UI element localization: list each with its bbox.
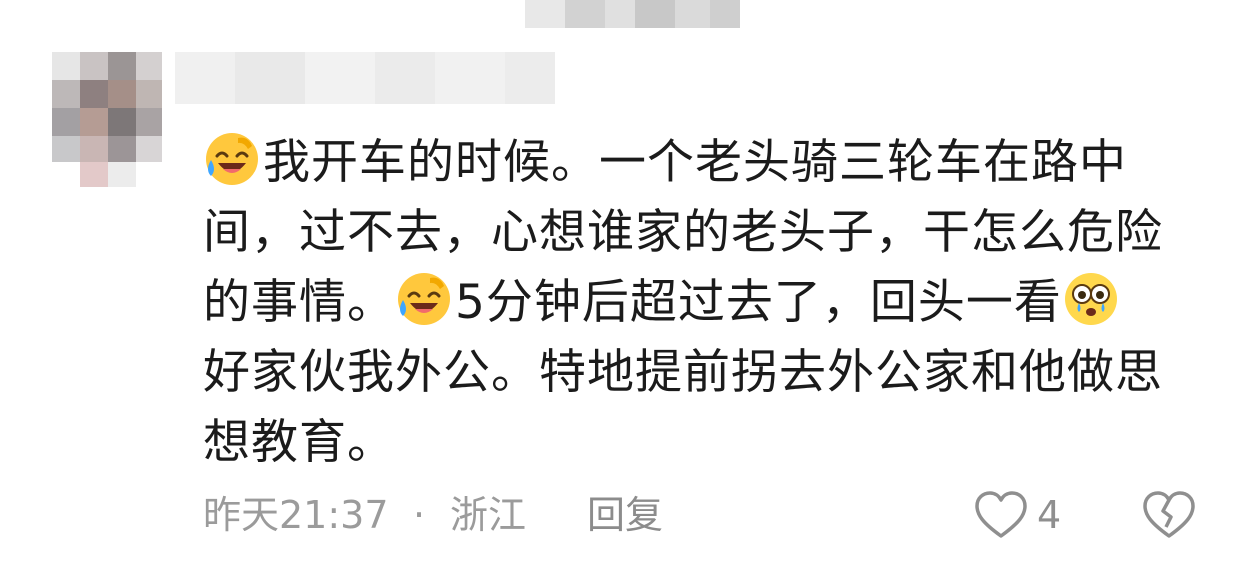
laughing-crying-emoji-icon (203, 130, 261, 188)
comment-line-5: 想教育。 (203, 415, 395, 470)
like-heart-icon[interactable] (973, 489, 1029, 541)
comment-text: 我开车的时候。一个老头骑三轮车在路中 间，过不去，心想谁家的老头子，干怎么危险 … (203, 128, 1223, 478)
comment-location: 浙江 (450, 493, 527, 537)
comment-screenshot: 我开车的时候。一个老头骑三轮车在路中 间，过不去，心想谁家的老头子，干怎么危险 … (0, 0, 1260, 577)
separator-dot: · (413, 493, 426, 537)
blurred-header (525, 0, 740, 28)
comment-line-3: 的事情。 5分钟后超过去了，回头一看 (203, 268, 1223, 338)
comment-line-2: 间，过不去，心想谁家的老头子，干怎么危险 (203, 205, 1163, 260)
comment-timestamp: 昨天21:37 (203, 493, 389, 537)
reply-button[interactable]: 回复 (587, 487, 663, 543)
avatar[interactable] (52, 52, 162, 187)
laughing-crying-emoji-icon (395, 270, 453, 328)
shocked-teary-emoji-icon (1062, 270, 1120, 328)
comment-line-4: 好家伙我外公。特地提前拐去外公家和他做思 (203, 345, 1163, 400)
blurred-username[interactable] (175, 52, 555, 104)
like-count: 4 (1037, 493, 1062, 537)
comment-footer: 昨天21:37 · 浙江 回复 4 (203, 487, 1243, 543)
comment-line-1: 我开车的时候。一个老头骑三轮车在路中 (203, 128, 1223, 198)
broken-heart-icon[interactable] (1141, 489, 1197, 541)
